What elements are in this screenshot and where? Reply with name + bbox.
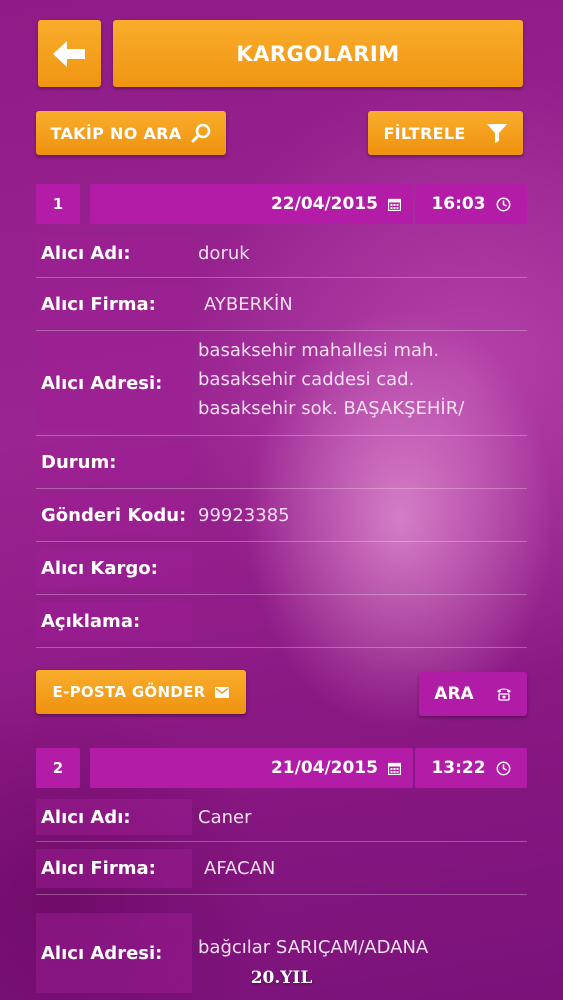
filter-icon [486,122,508,144]
record-date-cell: 22/04/2015 [90,184,413,224]
phone-icon [496,687,512,701]
field-value [198,596,527,647]
field-value: Caner [198,806,252,828]
field-value [198,543,527,594]
arrow-left-icon [52,40,87,67]
field-label: Alıcı Firma: [36,849,192,888]
field-label: Durum: [36,443,192,482]
record-date-cell: 21/04/2015 [90,748,413,788]
send-email-button[interactable]: E-POSTA GÖNDER [36,670,246,714]
field-row-recipient-address: Alıcı Adresi: basaksehir mahallesi mah. … [36,332,527,436]
field-row-recipient-company: Alıcı Firma: AFACAN [36,843,527,895]
field-row-recipient-name: Alıcı Adı: Caner [36,793,527,842]
field-row-recipient-cargo: Alıcı Kargo: [36,543,527,595]
field-label: Gönderi Kodu: [36,496,192,535]
field-row-description: Açıklama: [36,596,527,648]
field-label: Alıcı Firma: [36,285,192,324]
page-title: KARGOLARIM [113,20,523,87]
anniversary-logo: 20.YIL [250,968,313,988]
field-value: AYBERKİN [204,294,293,315]
filter-label: FİLTRELE [383,123,466,143]
field-row-status: Durum: [36,437,527,489]
tracking-search-button[interactable]: TAKİP NO ARA [36,111,226,155]
field-value [198,437,527,488]
record-time-cell: 13:22 [415,748,527,788]
send-email-label: E-POSTA GÖNDER [52,683,206,701]
field-label: Alıcı Adı: [36,235,192,271]
record-header: 1 22/04/2015 16:03 [36,184,527,224]
field-value: basaksehir mahallesi mah. basaksehir cad… [198,340,465,419]
field-label: Alıcı Adı: [36,799,192,835]
call-label: ARA [434,684,474,704]
record-number: 1 [36,184,80,224]
field-label: Açıklama: [36,602,192,641]
field-value: AFACAN [204,858,276,879]
field-value: 99923385 [198,505,290,526]
tracking-search-label: TAKİP NO ARA [50,123,182,143]
clock-icon [496,197,511,212]
calendar-icon [388,198,401,211]
record-time: 16:03 [431,194,486,214]
search-icon [191,123,211,143]
record-date: 22/04/2015 [270,194,378,214]
envelope-icon [215,686,230,698]
filter-button[interactable]: FİLTRELE [368,111,523,155]
record-time-cell: 16:03 [415,184,527,224]
record-number: 2 [36,748,80,788]
record-header: 2 21/04/2015 13:22 [36,748,527,788]
field-value: doruk [198,242,250,264]
calendar-icon [388,762,401,775]
field-row-recipient-name: Alıcı Adı: doruk [36,229,527,278]
field-row-shipment-code: Gönderi Kodu: 99923385 [36,490,527,542]
field-label: Alıcı Kargo: [36,549,192,588]
call-button[interactable]: ARA [419,672,527,716]
record-time: 13:22 [431,758,486,778]
back-button[interactable] [38,20,101,87]
field-label: Alıcı Adresi: [36,338,192,429]
clock-icon [496,761,511,776]
record-date: 21/04/2015 [270,758,378,778]
field-row-recipient-company: Alıcı Firma: AYBERKİN [36,279,527,331]
